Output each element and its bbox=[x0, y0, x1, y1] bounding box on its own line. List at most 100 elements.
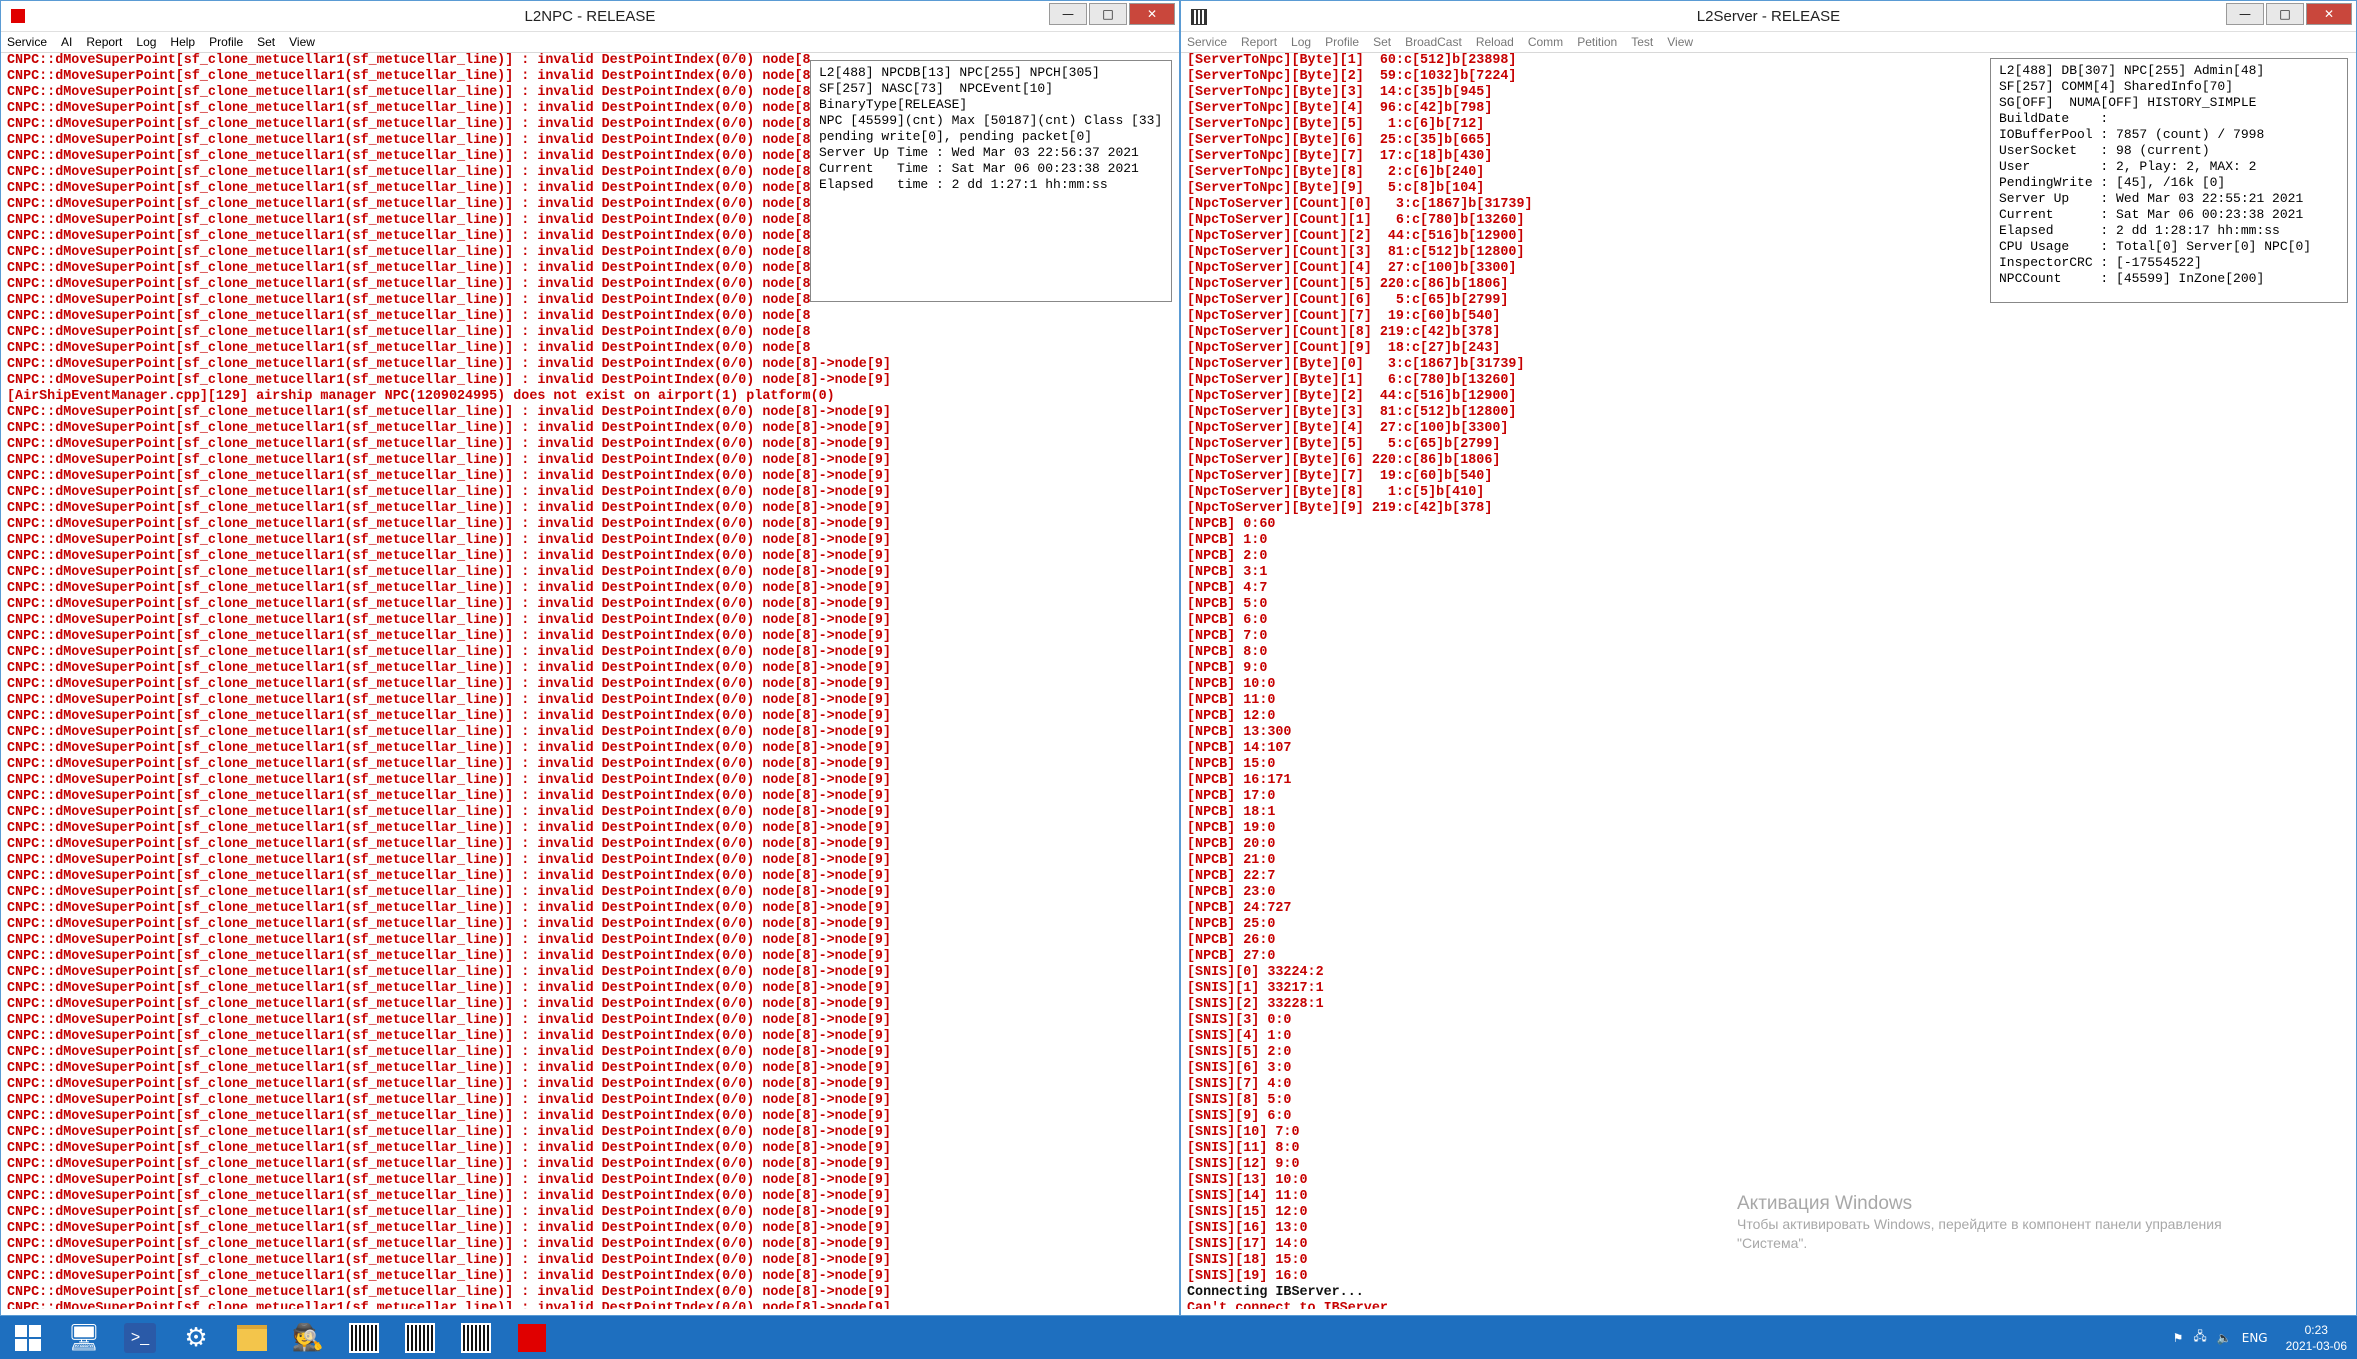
log-line: [NPCB] 11:0 bbox=[1187, 693, 1276, 708]
log-line: CNPC::dMoveSuperPoint[sf_clone_metucella… bbox=[7, 741, 891, 756]
menu-help[interactable]: Help bbox=[170, 35, 195, 49]
log-line: CNPC::dMoveSuperPoint[sf_clone_metucella… bbox=[7, 1237, 891, 1252]
spy-agent-icon[interactable]: 🕵 bbox=[280, 1316, 336, 1359]
status-line: Current Time : Sat Mar 06 00:23:38 2021 bbox=[819, 161, 1139, 176]
log-line: [NpcToServer][Byte][3] 81:c[512]b[12800] bbox=[1187, 405, 1517, 420]
clock[interactable]: 0:23 2021-03-06 bbox=[2286, 1322, 2347, 1354]
minimize-button[interactable]: — bbox=[1049, 3, 1087, 25]
log-line-airship: [AirShipEventManager.cpp][129] airship m… bbox=[7, 389, 835, 404]
volume-icon[interactable]: 🔈 bbox=[2217, 1331, 2232, 1345]
status-line: SF[257] COMM[4] SharedInfo[70] bbox=[1999, 79, 2234, 94]
log-line: CNPC::dMoveSuperPoint[sf_clone_metucella… bbox=[7, 341, 811, 356]
menu-comm[interactable]: Comm bbox=[1528, 35, 1563, 49]
menu-test[interactable]: Test bbox=[1631, 35, 1653, 49]
menu-reload[interactable]: Reload bbox=[1476, 35, 1514, 49]
menu-log[interactable]: Log bbox=[136, 35, 156, 49]
log-line: [SNIS][15] 12:0 bbox=[1187, 1205, 1308, 1220]
log-line: CNPC::dMoveSuperPoint[sf_clone_metucella… bbox=[7, 965, 891, 980]
menu-petition[interactable]: Petition bbox=[1577, 35, 1617, 49]
close-button[interactable]: ✕ bbox=[2306, 3, 2352, 25]
log-line: CNPC::dMoveSuperPoint[sf_clone_metucella… bbox=[7, 645, 891, 660]
log-line: [SNIS][0] 33224:2 bbox=[1187, 965, 1324, 980]
menu-profile[interactable]: Profile bbox=[1325, 35, 1359, 49]
language-indicator[interactable]: ENG bbox=[2242, 1331, 2268, 1345]
menu-set[interactable]: Set bbox=[1373, 35, 1391, 49]
status-line: Elapsed time : 2 dd 1:27:1 hh:mm:ss bbox=[819, 177, 1108, 192]
log-line: [NPCB] 10:0 bbox=[1187, 677, 1276, 692]
log-line: CNPC::dMoveSuperPoint[sf_clone_metucella… bbox=[7, 581, 891, 596]
menu-broadcast[interactable]: BroadCast bbox=[1405, 35, 1462, 49]
log-line: CNPC::dMoveSuperPoint[sf_clone_metucella… bbox=[7, 1285, 891, 1300]
menu-view[interactable]: View bbox=[289, 35, 315, 49]
log-line: CNPC::dMoveSuperPoint[sf_clone_metucella… bbox=[7, 901, 891, 916]
file-explorer-icon[interactable] bbox=[224, 1316, 280, 1359]
log-line: CNPC::dMoveSuperPoint[sf_clone_metucella… bbox=[7, 1109, 891, 1124]
powershell-icon[interactable]: >_ bbox=[112, 1316, 168, 1359]
status-line: Server Up Time : Wed Mar 03 22:56:37 202… bbox=[819, 145, 1139, 160]
minimize-button[interactable]: — bbox=[2226, 3, 2264, 25]
log-line: [SNIS][10] 7:0 bbox=[1187, 1125, 1300, 1140]
menu-profile[interactable]: Profile bbox=[209, 35, 243, 49]
menu-set[interactable]: Set bbox=[257, 35, 275, 49]
status-line: PendingWrite : [45], /16k [0] bbox=[1999, 175, 2226, 190]
menu-report[interactable]: Report bbox=[1241, 35, 1277, 49]
log-line: [NPCB] 24:727 bbox=[1187, 901, 1292, 916]
log-line: CNPC::dMoveSuperPoint[sf_clone_metucella… bbox=[7, 453, 891, 468]
network-icon[interactable]: 🖧 bbox=[2193, 1327, 2206, 1348]
log-line: [SNIS][2] 33228:1 bbox=[1187, 997, 1324, 1012]
log-line: [SNIS][17] 14:0 bbox=[1187, 1237, 1308, 1252]
log-line: [NpcToServer][Byte][1] 6:c[780]b[13260] bbox=[1187, 373, 1517, 388]
log-line: CNPC::dMoveSuperPoint[sf_clone_metucella… bbox=[7, 1221, 891, 1236]
log-line: [SNIS][9] 6:0 bbox=[1187, 1109, 1292, 1124]
menu-ai[interactable]: AI bbox=[61, 35, 72, 49]
barcode-app-icon[interactable] bbox=[336, 1316, 392, 1359]
log-line: [NPCB] 4:7 bbox=[1187, 581, 1268, 596]
log-line: CNPC::dMoveSuperPoint[sf_clone_metucella… bbox=[7, 1269, 891, 1284]
log-line: CNPC::dMoveSuperPoint[sf_clone_metucella… bbox=[7, 661, 891, 676]
log-line: [NPCB] 7:0 bbox=[1187, 629, 1268, 644]
log-line: [NPCB] 20:0 bbox=[1187, 837, 1276, 852]
log-line: [NPCB] 5:0 bbox=[1187, 597, 1268, 612]
log-line: CNPC::dMoveSuperPoint[sf_clone_metucella… bbox=[7, 805, 891, 820]
status-line: UserSocket : 98 (current) bbox=[1999, 143, 2210, 158]
menu-bar: Service AI Report Log Help Profile Set V… bbox=[1, 32, 1179, 53]
log-line: [NPCB] 8:0 bbox=[1187, 645, 1268, 660]
tools-icon[interactable]: ⚙ bbox=[168, 1316, 224, 1359]
server-manager-icon[interactable]: 🖥 bbox=[56, 1316, 112, 1359]
menu-service[interactable]: Service bbox=[7, 35, 47, 49]
log-line: [NpcToServer][Byte][9] 219:c[42]b[378] bbox=[1187, 501, 1493, 516]
log-line: CNPC::dMoveSuperPoint[sf_clone_metucella… bbox=[7, 773, 891, 788]
l2server-titlebar[interactable]: L2Server - RELEASE — □ ✕ bbox=[1181, 1, 2356, 32]
menu-service[interactable]: Service bbox=[1187, 35, 1227, 49]
maximize-button[interactable]: □ bbox=[2266, 3, 2304, 25]
barcode-app-icon[interactable] bbox=[392, 1316, 448, 1359]
barcode-app-icon[interactable] bbox=[448, 1316, 504, 1359]
log-line: CNPC::dMoveSuperPoint[sf_clone_metucella… bbox=[7, 981, 891, 996]
log-line: CNPC::dMoveSuperPoint[sf_clone_metucella… bbox=[7, 725, 891, 740]
log-line: CNPC::dMoveSuperPoint[sf_clone_metucella… bbox=[7, 1141, 891, 1156]
menu-log[interactable]: Log bbox=[1291, 35, 1311, 49]
clock-date: 2021-03-06 bbox=[2285, 1338, 2347, 1353]
close-button[interactable]: ✕ bbox=[1129, 3, 1175, 25]
flag-icon[interactable]: ⚑ bbox=[2173, 1331, 2184, 1345]
log-line: [NpcToServer][Byte][8] 1:c[5]b[410] bbox=[1187, 485, 1485, 500]
log-line: CNPC::dMoveSuperPoint[sf_clone_metucella… bbox=[7, 1045, 891, 1060]
log-line-error: Can't connect to IBServer bbox=[1187, 1301, 1388, 1309]
log-line: CNPC::dMoveSuperPoint[sf_clone_metucella… bbox=[7, 437, 891, 452]
log-line: [SNIS][8] 5:0 bbox=[1187, 1093, 1292, 1108]
red-square-app-icon[interactable] bbox=[504, 1316, 560, 1359]
maximize-button[interactable]: □ bbox=[1089, 3, 1127, 25]
l2npc-titlebar[interactable]: L2NPC - RELEASE — □ ✕ bbox=[1, 1, 1179, 32]
log-line: [NPCB] 15:0 bbox=[1187, 757, 1276, 772]
windows-start-icon[interactable] bbox=[0, 1316, 56, 1359]
menu-view[interactable]: View bbox=[1667, 35, 1693, 49]
menu-report[interactable]: Report bbox=[86, 35, 122, 49]
log-line: [NPCB] 6:0 bbox=[1187, 613, 1268, 628]
log-line: CNPC::dMoveSuperPoint[sf_clone_metucella… bbox=[7, 549, 891, 564]
log-line: CNPC::dMoveSuperPoint[sf_clone_metucella… bbox=[7, 949, 891, 964]
log-line: CNPC::dMoveSuperPoint[sf_clone_metucella… bbox=[7, 485, 891, 500]
log-line: [NPCB] 2:0 bbox=[1187, 549, 1268, 564]
log-line: CNPC::dMoveSuperPoint[sf_clone_metucella… bbox=[7, 789, 891, 804]
log-line: CNPC::dMoveSuperPoint[sf_clone_metucella… bbox=[7, 1013, 891, 1028]
log-line: [NpcToServer][Byte][6] 220:c[86]b[1806] bbox=[1187, 453, 1501, 468]
